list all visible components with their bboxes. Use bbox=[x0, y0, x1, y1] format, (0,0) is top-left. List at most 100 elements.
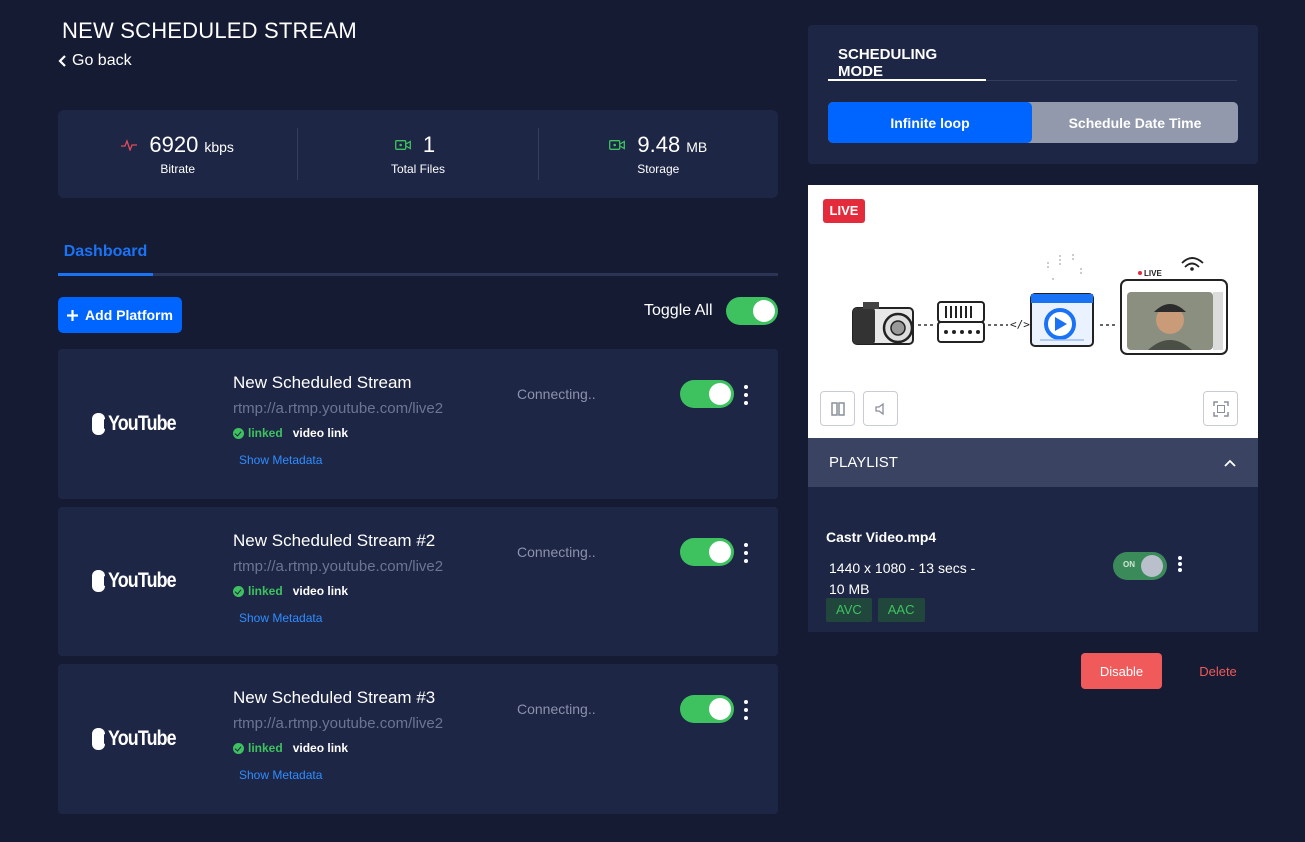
chevron-up-icon bbox=[1224, 459, 1236, 467]
stat-bitrate: 6920 kbps Bitrate bbox=[58, 128, 297, 180]
switch-knob bbox=[709, 383, 731, 405]
stat-value: 6920 bbox=[149, 132, 199, 157]
platform-card: YouTube New Scheduled Stream #3 rtmp://a… bbox=[58, 664, 778, 814]
stat-value: 1 bbox=[422, 132, 436, 157]
stat-storage: 9.48 MB Storage bbox=[537, 128, 778, 180]
tab-divider bbox=[986, 80, 1237, 81]
stat-label: Bitrate bbox=[160, 162, 195, 176]
stat-label: Storage bbox=[637, 162, 680, 176]
encoder-icon bbox=[937, 301, 985, 343]
stats-bar: 6920 kbps Bitrate 1 Total Files 9.48 MB … bbox=[58, 110, 778, 198]
youtube-logo-text: YouTube bbox=[108, 727, 177, 750]
video-link[interactable]: video link bbox=[293, 426, 348, 440]
linked-label: linked bbox=[248, 426, 283, 440]
tv-icon: LIVE bbox=[1120, 257, 1228, 355]
camera-icon bbox=[852, 302, 914, 345]
live-badge: LIVE bbox=[823, 199, 865, 223]
switch-knob bbox=[753, 300, 775, 322]
svg-text:</>: </> bbox=[1010, 318, 1030, 331]
platform-toggle[interactable] bbox=[680, 380, 734, 408]
codec-tag-audio: AAC bbox=[877, 598, 925, 622]
pulse-icon bbox=[121, 139, 138, 151]
fullscreen-icon bbox=[1212, 400, 1229, 417]
more-options-icon[interactable] bbox=[741, 385, 751, 405]
toggle-all-switch[interactable] bbox=[726, 297, 778, 325]
plus-icon bbox=[67, 309, 79, 321]
show-metadata-link[interactable]: Show Metadata bbox=[239, 768, 322, 782]
linked-label: linked bbox=[248, 741, 283, 755]
streaming-illustration: </> LIVE bbox=[852, 254, 1228, 355]
video-file-icon bbox=[394, 140, 411, 150]
more-options-icon[interactable] bbox=[741, 700, 751, 720]
stat-label: Total Files bbox=[390, 162, 445, 176]
youtube-play-icon bbox=[92, 413, 114, 435]
go-back-link[interactable]: Go back bbox=[58, 52, 132, 70]
show-metadata-link[interactable]: Show Metadata bbox=[239, 453, 322, 467]
connection-status: Connecting.. bbox=[517, 701, 596, 717]
platform-toggle[interactable] bbox=[680, 695, 734, 723]
platform-name: New Scheduled Stream bbox=[233, 373, 412, 392]
storage-icon bbox=[609, 140, 626, 150]
show-metadata-link[interactable]: Show Metadata bbox=[239, 611, 322, 625]
add-platform-label: Add Platform bbox=[85, 307, 173, 323]
playlist-item-meta: 1440 x 1080 - 13 secs - 10 MB bbox=[829, 560, 976, 597]
playlist-item-name: Castr Video.mp4 bbox=[826, 529, 937, 545]
fullscreen-button[interactable] bbox=[1203, 391, 1238, 426]
stat-unit: kbps bbox=[204, 139, 234, 155]
delete-button[interactable]: Delete bbox=[1188, 653, 1248, 689]
platform-card: YouTube New Scheduled Stream rtmp://a.rt… bbox=[58, 349, 778, 499]
pause-button[interactable] bbox=[820, 391, 855, 426]
playlist-body: Castr Video.mp4 1440 x 1080 - 13 secs - … bbox=[808, 487, 1258, 632]
playlist-header[interactable]: PLAYLIST bbox=[808, 438, 1258, 487]
toggle-all-label: Toggle All bbox=[644, 302, 713, 319]
scheduling-mode-toggle: Infinite loop Schedule Date Time bbox=[828, 102, 1238, 143]
linked-label: linked bbox=[248, 584, 283, 598]
schedule-date-time-button[interactable]: Schedule Date Time bbox=[1032, 102, 1238, 143]
stream-preview: LIVE </> LIVE bbox=[808, 185, 1258, 438]
check-circle-icon bbox=[233, 585, 244, 597]
platform-url: rtmp://a.rtmp.youtube.com/live2 bbox=[233, 715, 444, 732]
playlist-item-toggle[interactable]: ON bbox=[1113, 552, 1167, 580]
linked-status: linked video link bbox=[233, 741, 348, 755]
chevron-left-icon bbox=[58, 55, 66, 67]
youtube-logo-text: YouTube bbox=[108, 569, 177, 592]
more-options-icon[interactable] bbox=[741, 543, 751, 563]
youtube-play-icon bbox=[92, 728, 114, 750]
platform-card: YouTube New Scheduled Stream #2 rtmp://a… bbox=[58, 507, 778, 656]
more-options-icon[interactable] bbox=[1175, 556, 1185, 572]
tab-scheduling-mode[interactable]: SCHEDULING MODE bbox=[828, 35, 986, 81]
linked-status: linked video link bbox=[233, 584, 348, 598]
switch-knob bbox=[709, 541, 731, 563]
castr-platform-icon bbox=[1030, 293, 1094, 347]
youtube-logo: YouTube bbox=[92, 569, 188, 593]
video-link[interactable]: video link bbox=[293, 741, 348, 755]
infinite-loop-button[interactable]: Infinite loop bbox=[828, 102, 1032, 143]
switch-knob bbox=[1141, 555, 1163, 577]
stat-total-files: 1 Total Files bbox=[297, 128, 537, 180]
stat-value: 9.48 bbox=[637, 132, 681, 157]
switch-knob bbox=[709, 698, 731, 720]
stat-unit: MB bbox=[686, 139, 708, 155]
page-title: NEW SCHEDULED STREAM bbox=[62, 18, 357, 43]
pause-icon bbox=[830, 401, 845, 416]
tab-bar: Dashboard bbox=[58, 238, 778, 276]
disable-button[interactable]: Disable bbox=[1081, 653, 1162, 689]
playlist-title: PLAYLIST bbox=[829, 454, 898, 471]
add-platform-button[interactable]: Add Platform bbox=[58, 297, 182, 333]
codec-tag-video: AVC bbox=[826, 598, 872, 622]
platform-toggle[interactable] bbox=[680, 538, 734, 566]
linked-status: linked video link bbox=[233, 426, 348, 440]
switch-on-label: ON bbox=[1123, 560, 1135, 569]
illustration-live-label: LIVE bbox=[1144, 269, 1162, 278]
platform-url: rtmp://a.rtmp.youtube.com/live2 bbox=[233, 558, 444, 575]
scheduling-panel: SCHEDULING MODE Infinite loop Schedule D… bbox=[808, 25, 1258, 164]
platform-name: New Scheduled Stream #3 bbox=[233, 688, 436, 707]
connection-status: Connecting.. bbox=[517, 386, 596, 402]
video-link[interactable]: video link bbox=[293, 584, 348, 598]
tab-dashboard[interactable]: Dashboard bbox=[58, 238, 153, 276]
platform-url: rtmp://a.rtmp.youtube.com/live2 bbox=[233, 400, 444, 417]
volume-button[interactable] bbox=[863, 391, 898, 426]
youtube-logo: YouTube bbox=[92, 412, 188, 436]
youtube-logo: YouTube bbox=[92, 727, 188, 751]
volume-icon bbox=[874, 402, 884, 415]
